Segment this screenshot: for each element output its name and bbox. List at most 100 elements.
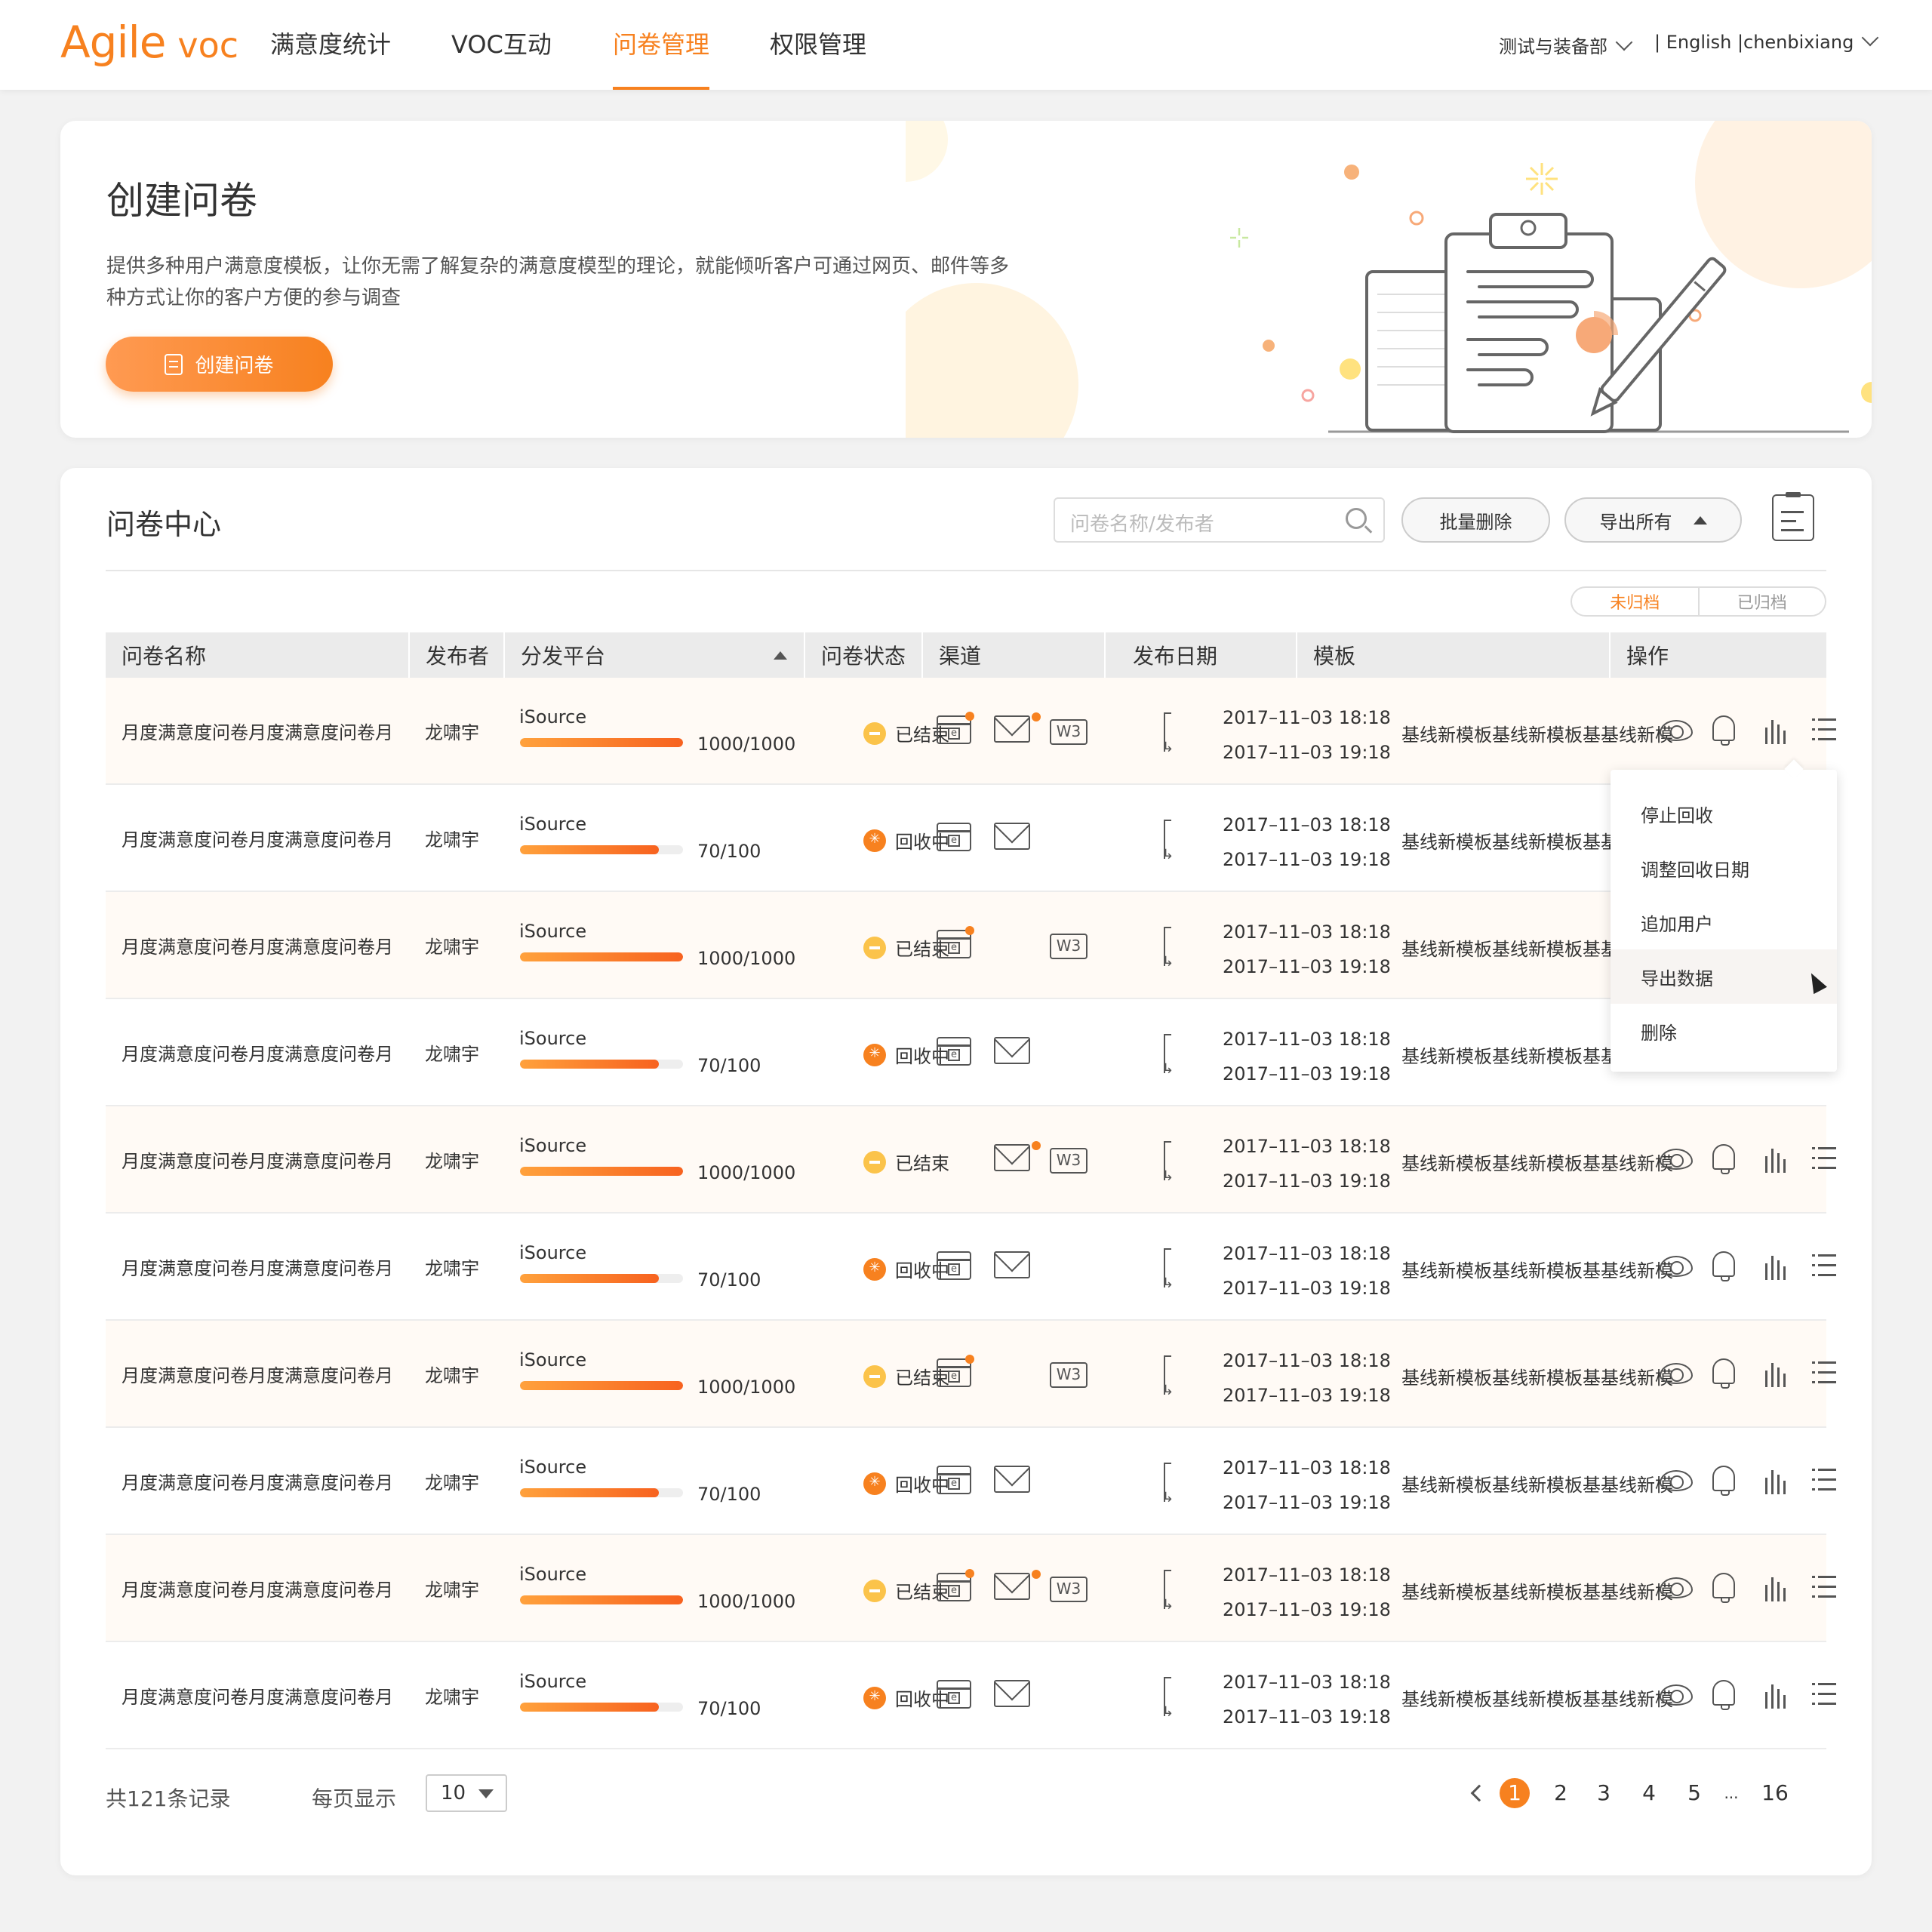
user-menu[interactable]: chenbixiang [1743,29,1879,53]
export-all-button[interactable]: 导出所有 [1564,497,1742,543]
web-channel-icon[interactable]: e [937,1680,971,1709]
view-eye-icon[interactable] [1660,1470,1693,1491]
web-channel-icon[interactable]: e [937,1569,974,1601]
w3-channel-icon[interactable]: W3 [1050,1362,1088,1388]
table-row[interactable]: 月度满意度问卷月度满意度问卷月 龙啸宇 iSource 1000/1000 已结束 e W3… [106,678,1836,785]
survey-name[interactable]: 月度满意度问卷月度满意度问卷月 [122,785,393,891]
column-header-platform[interactable]: 分发平台 [505,632,805,678]
table-row[interactable]: 月度满意度问卷月度满意度问卷月 龙啸宇 iSource 1000/1000 已结束 e W3… [106,1535,1836,1642]
menu-item-add-users[interactable]: 追加用户 [1611,895,1837,949]
email-channel-icon[interactable] [994,1680,1030,1707]
w3-channel-icon[interactable]: W3 [1050,1577,1088,1602]
statistics-icon[interactable] [1762,1681,1788,1709]
page-16[interactable]: 16 [1760,1778,1790,1808]
table-row[interactable]: 月度满意度问卷月度满意度问卷月龙啸宇iSource70/100回收中e2017–… [106,999,1826,1106]
table-row[interactable]: 月度满意度问卷月度满意度问卷月 龙啸宇 iSource 1000/1000 已结束 e W3… [106,1321,1836,1428]
nav-item-voc-interaction[interactable]: VOC互动 [451,26,552,90]
page-size-select[interactable]: 10 [426,1774,507,1812]
email-channel-icon[interactable] [994,1573,1030,1600]
survey-name[interactable]: 月度满意度问卷月度满意度问卷月 [122,678,393,783]
w3-channel-icon[interactable]: W3 [1050,1148,1088,1174]
w3-channel-icon[interactable]: W3 [1050,934,1088,959]
reminder-bell-icon[interactable] [1712,715,1735,746]
page-4[interactable]: 4 [1634,1778,1664,1808]
column-header-channel[interactable]: 渠道 [923,632,1106,678]
survey-name[interactable]: 月度满意度问卷月度满意度问卷月 [122,999,393,1105]
column-header-template[interactable]: 模板 [1297,632,1611,678]
page-1[interactable]: 1 [1500,1778,1530,1808]
email-channel-icon[interactable] [994,823,1030,850]
tab-unarchived[interactable]: 未归档 [1572,588,1700,615]
web-channel-icon[interactable]: e [937,1466,971,1494]
web-channel-icon[interactable]: e [937,823,971,851]
nav-item-permissions[interactable]: 权限管理 [770,26,866,90]
view-eye-icon[interactable] [1660,1684,1693,1706]
statistics-icon[interactable] [1762,1360,1788,1387]
web-channel-icon[interactable]: e [937,1355,974,1387]
survey-name[interactable]: 月度满意度问卷月度满意度问卷月 [122,1321,393,1426]
language-switch[interactable]: | English | [1654,32,1743,53]
view-eye-icon[interactable] [1660,1149,1693,1170]
reminder-bell-icon[interactable] [1712,1251,1735,1281]
department-selector[interactable]: 测试与装备部 [1499,32,1633,58]
reminder-bell-icon[interactable] [1712,1680,1735,1710]
column-header-status[interactable]: 问卷状态 [805,632,923,678]
sort-ascending-icon[interactable] [774,651,787,660]
search-icon[interactable] [1346,508,1367,529]
survey-name[interactable]: 月度满意度问卷月度满意度问卷月 [122,1428,393,1534]
table-row[interactable]: 月度满意度问卷月度满意度问卷月龙啸宇iSource70/100回收中e2017–… [106,1642,1836,1749]
reminder-bell-icon[interactable] [1712,1466,1735,1496]
email-channel-icon[interactable] [994,715,1030,743]
chevron-left-icon[interactable] [1470,1784,1488,1802]
nav-item-survey-management[interactable]: 问卷管理 [613,26,710,90]
survey-name[interactable]: 月度满意度问卷月度满意度问卷月 [122,1535,393,1641]
more-menu-icon[interactable] [1812,1469,1836,1491]
view-eye-icon[interactable] [1660,1363,1693,1384]
more-menu-icon[interactable] [1812,1147,1836,1170]
chevron-right-icon[interactable] [1866,1784,1872,1802]
menu-item-delete[interactable]: 删除 [1611,1004,1837,1058]
clipboard-icon[interactable] [1772,492,1814,541]
statistics-icon[interactable] [1762,717,1788,744]
menu-item-stop-collection[interactable]: 停止回收 [1611,786,1837,841]
page-5[interactable]: 5 [1679,1778,1709,1808]
statistics-icon[interactable] [1762,1574,1788,1601]
web-channel-icon[interactable]: e [937,1037,971,1066]
page-3[interactable]: 3 [1589,1778,1619,1808]
survey-name[interactable]: 月度满意度问卷月度满意度问卷月 [122,1642,393,1748]
view-eye-icon[interactable] [1660,1577,1693,1598]
view-eye-icon[interactable] [1660,720,1693,741]
table-row[interactable]: 月度满意度问卷月度满意度问卷月 龙啸宇 iSource 1000/1000 已结束 W3 2… [106,1106,1836,1214]
page-2[interactable]: 2 [1546,1778,1576,1808]
more-menu-icon[interactable] [1812,1576,1836,1598]
more-menu-icon[interactable] [1812,1683,1836,1706]
email-channel-icon[interactable] [994,1037,1030,1064]
more-menu-icon[interactable] [1812,718,1836,741]
email-channel-icon[interactable] [994,1251,1030,1278]
search-input[interactable]: 问卷名称/发布者 [1054,497,1385,543]
reminder-bell-icon[interactable] [1712,1358,1735,1389]
menu-item-adjust-date[interactable]: 调整回收日期 [1611,841,1837,895]
statistics-icon[interactable] [1762,1146,1788,1173]
tab-archived[interactable]: 已归档 [1700,588,1826,615]
view-eye-icon[interactable] [1660,1256,1693,1277]
reminder-bell-icon[interactable] [1712,1144,1735,1174]
survey-name[interactable]: 月度满意度问卷月度满意度问卷月 [122,1106,393,1212]
more-menu-icon[interactable] [1812,1361,1836,1384]
more-menu-icon[interactable] [1812,1254,1836,1277]
nav-item-satisfaction[interactable]: 满意度统计 [270,26,391,90]
web-channel-icon[interactable]: e [937,1251,971,1280]
app-logo[interactable]: Agile voc [60,17,238,69]
email-channel-icon[interactable] [994,1144,1030,1171]
email-channel-icon[interactable] [994,1466,1030,1493]
table-row[interactable]: 月度满意度问卷月度满意度问卷月 龙啸宇 iSource 1000/1000 已结束 e W3… [106,892,1826,999]
web-channel-icon[interactable]: e [937,926,974,958]
column-header-date[interactable]: 发布日期 [1106,632,1297,678]
w3-channel-icon[interactable]: W3 [1050,719,1088,745]
table-row[interactable]: 月度满意度问卷月度满意度问卷月龙啸宇iSource70/100回收中e2017–… [106,1428,1836,1535]
column-header-name[interactable]: 问卷名称 [106,632,410,678]
reminder-bell-icon[interactable] [1712,1573,1735,1603]
statistics-icon[interactable] [1762,1467,1788,1494]
survey-name[interactable]: 月度满意度问卷月度满意度问卷月 [122,892,393,998]
batch-delete-button[interactable]: 批量删除 [1401,497,1550,543]
